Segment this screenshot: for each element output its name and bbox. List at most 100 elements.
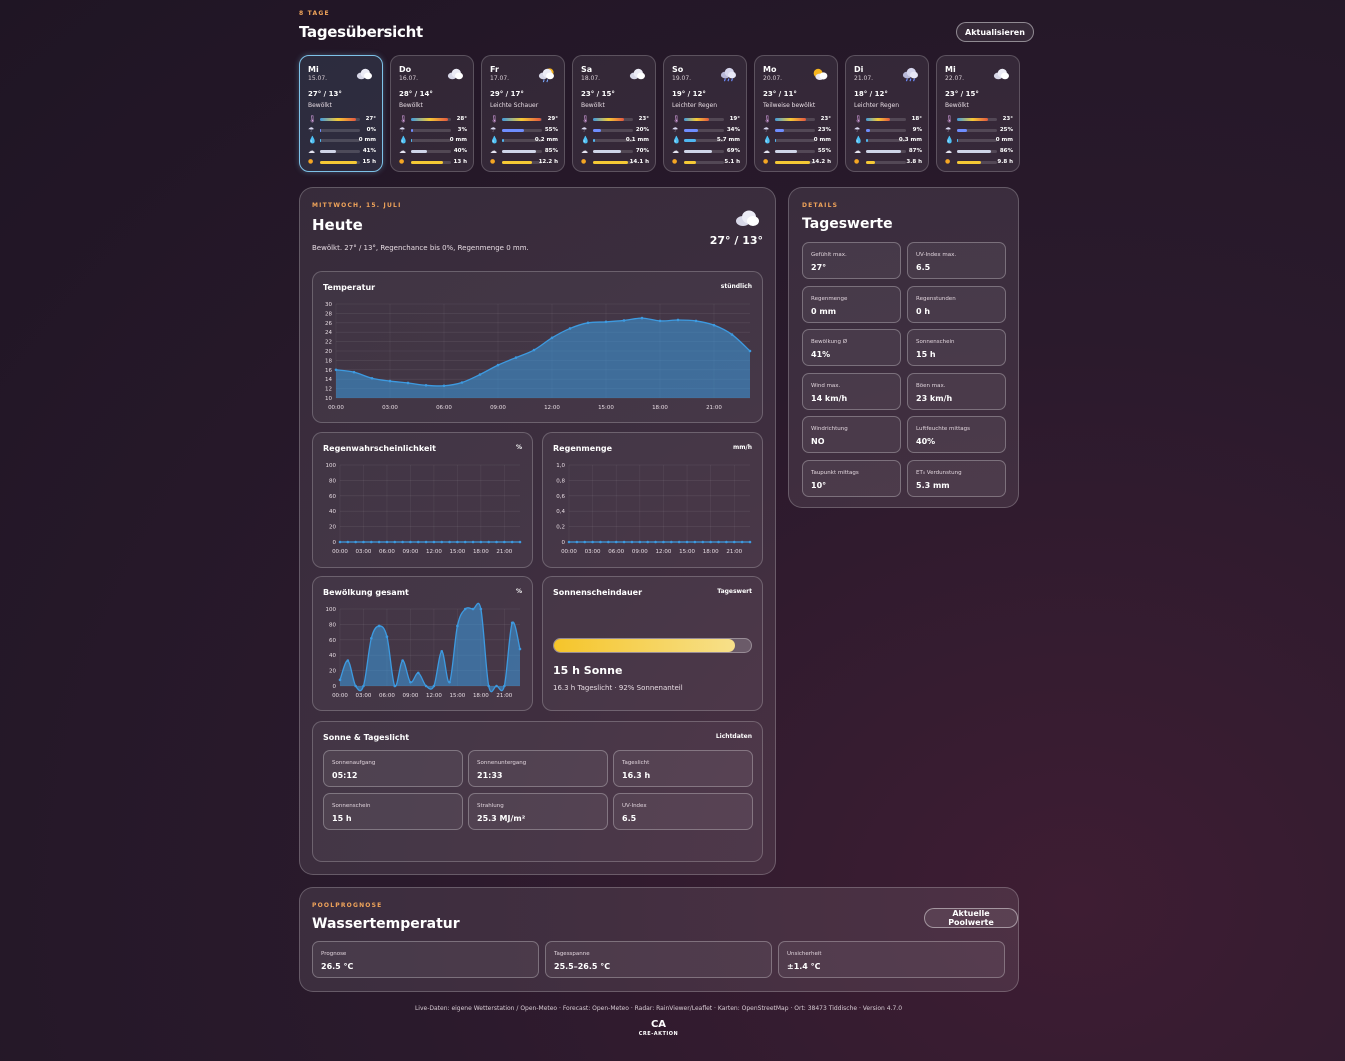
x-tick-label: 18:00	[473, 693, 489, 699]
day-name: Mi	[308, 65, 319, 74]
data-point	[725, 540, 728, 544]
data-point	[393, 684, 397, 688]
stat-value: 21:33	[477, 771, 503, 780]
pool-values-button[interactable]: Aktuelle Poolwerte	[924, 908, 1018, 928]
x-tick-label: 12:00	[656, 549, 672, 555]
day-card[interactable]: Mi 22.07. 23° / 15° Bewölkt 🌡 23° ☂ 25% 💧 0…	[936, 55, 1020, 172]
temperature-metric: 🌡 23°	[763, 115, 831, 123]
data-point	[712, 323, 716, 327]
refresh-button[interactable]: Aktualisieren	[956, 22, 1034, 42]
umbrella-icon: ☂	[854, 125, 861, 134]
metric-value: 5.1 h	[724, 158, 740, 165]
day-name: So	[672, 65, 684, 74]
stat-value: 16.3 h	[622, 771, 651, 780]
day-date: 18.07.	[581, 75, 601, 82]
day-name: Sa	[581, 65, 593, 74]
day-card[interactable]: So 19.07. 19° / 12° Leichter Regen 🌡 19° ☂ …	[663, 55, 747, 172]
stat-label: Sonnenaufgang	[332, 760, 376, 766]
data-point	[362, 540, 365, 544]
data-point	[503, 684, 506, 688]
data-point	[614, 540, 618, 544]
rain-probability-metric: ☂ 3%	[399, 126, 467, 134]
data-point	[640, 316, 644, 320]
rain-amount-chart: 0 0,2 0,4 0,6 0,8 1,0 00:00 03:00 06:00 09:00 12:0…	[556, 463, 752, 555]
today-title: Heute	[312, 216, 363, 234]
data-point	[370, 636, 373, 640]
partly-cloudy-icon	[809, 67, 829, 83]
metric-fill	[957, 128, 967, 132]
temperature-metric: 🌡 28°	[399, 115, 467, 123]
data-point	[495, 684, 498, 688]
footer-logo: CA CRE-AKTION	[630, 1019, 687, 1037]
stat-label: Regenmenge	[811, 295, 848, 302]
umbrella-icon: ☂	[763, 125, 770, 134]
data-point	[370, 540, 373, 544]
x-tick-label: 03:00	[356, 549, 372, 555]
metric-value: 25%	[999, 126, 1013, 133]
x-tick-label: 15:00	[449, 549, 465, 555]
cloud-cover-metric: ☁ 41%	[308, 147, 376, 155]
sunshine-card: Sonnenscheindauer Tageswert 15 h Sonne 1…	[542, 576, 763, 711]
data-point	[377, 624, 381, 628]
data-point	[583, 540, 587, 544]
metric-track	[684, 118, 724, 121]
day-card[interactable]: Do 16.07. 28° / 14° Bewölkt 🌡 28° ☂ 3% 💧 0 …	[390, 55, 474, 172]
data-point	[599, 540, 602, 544]
day-condition: Bewölkt	[308, 102, 332, 109]
rain-probability-metric: ☂ 20%	[581, 126, 649, 134]
day-card[interactable]: Sa 18.07. 23° / 15° Bewölkt 🌡 23° ☂ 20% 💧 0…	[572, 55, 656, 172]
daylight-title: Sonne & Tageslicht	[323, 733, 410, 742]
metric-track	[866, 128, 906, 132]
thermometer-icon: 🌡	[581, 115, 590, 123]
rain-probability-metric: ☂ 9%	[854, 126, 922, 134]
metric-track	[775, 128, 815, 132]
sunshine-metric: ● 15 h	[308, 158, 376, 166]
stat-tile: Windrichtung NO	[802, 416, 901, 454]
metric-value: 19°	[729, 116, 740, 122]
today-eyebrow: MITTWOCH, 15. JULI	[312, 202, 402, 209]
y-tick-label: 28	[325, 311, 332, 317]
stat-tile: Böen max. 23 km/h	[907, 372, 1006, 410]
x-tick-label: 06:00	[379, 549, 395, 555]
metric-value: 0.2 mm	[534, 137, 558, 144]
stat-tile: Sonnenschein 15 h	[907, 329, 1006, 367]
stat-label: Böen max.	[916, 382, 946, 389]
stat-value: 14 km/h	[811, 393, 848, 403]
sun-small-icon: ●	[763, 157, 769, 165]
stat-value: 5.3 mm	[916, 481, 950, 490]
data-point	[503, 540, 506, 544]
metric-fill	[411, 118, 449, 121]
rain-amount-metric: 💧 0 mm	[308, 136, 376, 144]
series-area	[336, 318, 750, 398]
day-temps: 28° / 14°	[399, 90, 433, 98]
metric-value: 85%	[544, 148, 558, 155]
day-card[interactable]: Mi 15.07. 27° / 13° Bewölkt 🌡 27° ☂ 0% 💧 0 …	[299, 55, 383, 172]
metric-track	[411, 150, 451, 154]
metric-value: 18°	[911, 116, 922, 122]
footer-text: Live-Daten: eigene Wetterstation / Open-…	[414, 1005, 903, 1012]
day-card[interactable]: Fr 17.07. 29° / 17° Leichte Schauer 🌡 29° ☂…	[481, 55, 565, 172]
day-card[interactable]: Mo 20.07. 23° / 11° Teilweise bewölkt 🌡 23°…	[754, 55, 838, 172]
data-point	[409, 540, 412, 544]
temperature-metric: 🌡 19°	[672, 115, 740, 123]
stat-value: 23 km/h	[916, 393, 953, 403]
today-temps: 27° / 13°	[709, 234, 763, 247]
rain-amount-metric: 💧 0 mm	[945, 136, 1013, 144]
day-name: Do	[399, 65, 412, 74]
data-point	[440, 540, 444, 544]
stat-label: UV-Index	[622, 803, 647, 809]
data-point	[496, 363, 500, 367]
day-temps: 23° / 15°	[945, 90, 979, 98]
sunshine-progress-track	[553, 638, 752, 653]
y-tick-label: 60	[329, 494, 336, 500]
sunshine-unit: Tageswert	[717, 588, 752, 595]
data-point	[732, 540, 736, 544]
series-area	[340, 603, 520, 692]
cloud-cover-metric: ☁ 70%	[581, 147, 649, 155]
data-point	[670, 540, 673, 544]
data-point	[487, 540, 490, 544]
metric-track	[411, 128, 451, 132]
stat-label: Bewölkung Ø	[811, 339, 848, 346]
day-date: 17.07.	[490, 75, 510, 82]
day-card[interactable]: Di 21.07. 18° / 12° Leichter Regen 🌡 18° ☂ …	[845, 55, 929, 172]
